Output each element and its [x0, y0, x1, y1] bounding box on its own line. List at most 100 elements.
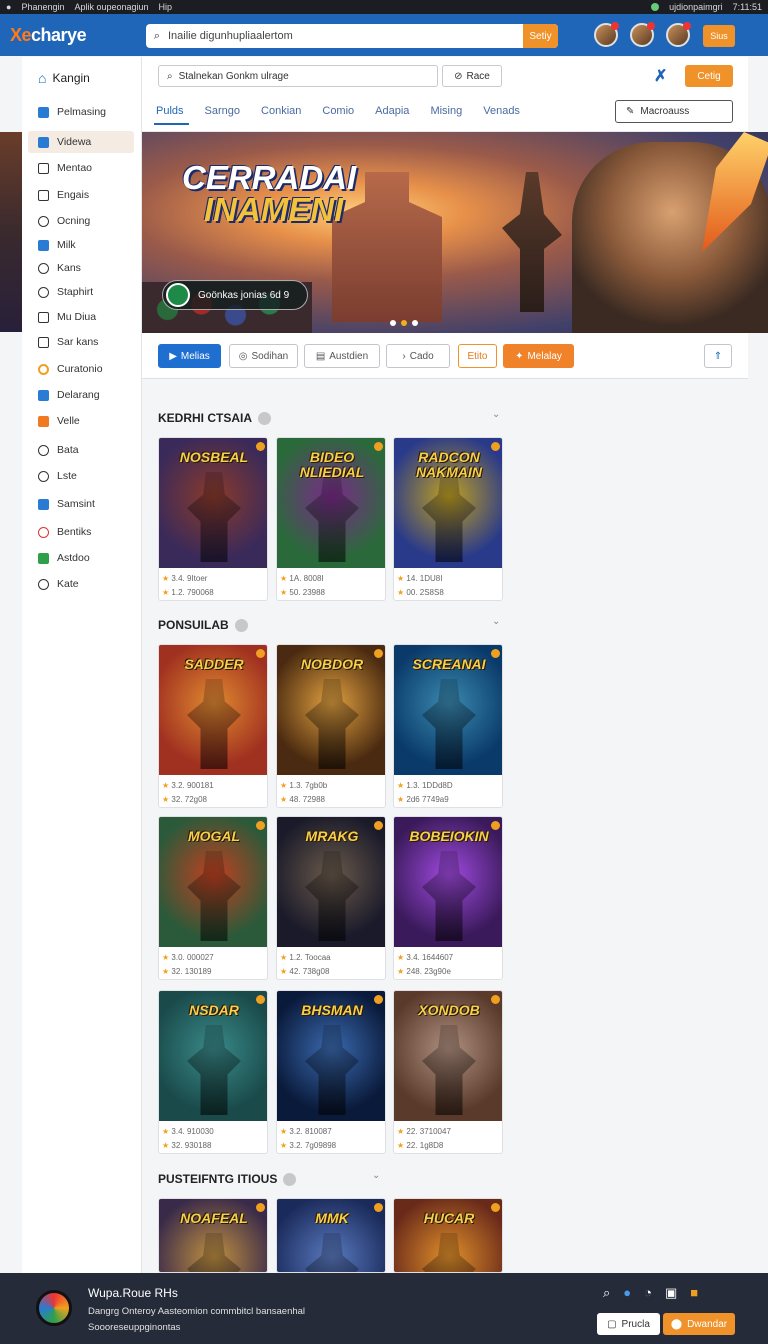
- star-icon: ★: [397, 574, 407, 583]
- tab[interactable]: Mising: [430, 105, 473, 125]
- os-item[interactable]: Aplik oupeonagiun: [74, 2, 148, 12]
- game-meta: ★ 1.3. 7gb0b ★ 48. 72988: [277, 775, 385, 807]
- austdien-button[interactable]: ▤ Austdien: [304, 344, 380, 368]
- race-button[interactable]: ⊘ Race: [442, 65, 502, 87]
- etito-button[interactable]: Etito: [458, 344, 497, 368]
- pin-button[interactable]: ⇑: [704, 344, 732, 368]
- carousel-dot[interactable]: [412, 320, 418, 326]
- game-card[interactable]: HUCAR: [393, 1198, 503, 1273]
- game-card[interactable]: RADCON NAKMAIN ★ 14. 1DU8I ★ 00. 2S8S8: [393, 437, 503, 601]
- game-meta: ★ 22. 3710047 ★ 22. 1g8D8: [394, 1121, 502, 1153]
- badge-icon[interactable]: ■: [690, 1285, 698, 1301]
- sidebar-item[interactable]: Milk: [28, 234, 134, 256]
- game-title: SADDER: [184, 656, 244, 672]
- os-item[interactable]: Phanengin: [21, 2, 64, 12]
- melalay-button[interactable]: ✦ Melalay: [503, 344, 574, 368]
- sidebar-item[interactable]: Staphirt: [28, 281, 134, 303]
- footer-logo[interactable]: [36, 1290, 72, 1326]
- settings-icon[interactable]: ◔: [644, 1285, 652, 1301]
- badge-icon: [491, 649, 500, 658]
- macro-button[interactable]: ✎ Macroauss: [615, 100, 733, 123]
- game-card[interactable]: NSDAR ★ 3.4. 910030 ★ 32. 930188: [158, 990, 268, 1154]
- os-apple-icon[interactable]: ●: [6, 2, 11, 12]
- game-card[interactable]: MRAKG ★ 1.2. Toocaa ★ 42. 738g08: [276, 816, 386, 980]
- badge-icon: [491, 1203, 500, 1212]
- sidebar-item[interactable]: Videwa: [28, 131, 134, 153]
- os-item[interactable]: ujdionpaimgri: [669, 2, 723, 12]
- game-stat: 1.3. 1DDd8D: [406, 781, 453, 790]
- game-card[interactable]: MOGAL ★ 3.0. 000027 ★ 32. 130189: [158, 816, 268, 980]
- global-search[interactable]: ⌕ Inailie digunhupliaalertom Setiy: [146, 24, 558, 48]
- content-search-input[interactable]: ⌕ Stalnekan Gonkm ulrage: [158, 65, 438, 87]
- bell-icon[interactable]: ●: [623, 1285, 631, 1301]
- os-item[interactable]: Hip: [159, 2, 173, 12]
- sidebar-item[interactable]: Samsint: [28, 493, 134, 515]
- melias-button[interactable]: ▶ Melias: [158, 344, 221, 368]
- sidebar-item[interactable]: Lste: [28, 465, 134, 487]
- sidebar-item[interactable]: Velle: [28, 410, 134, 432]
- avatar[interactable]: [666, 22, 691, 47]
- game-card[interactable]: SADDER ★ 3.2. 900181 ★ 32. 72g08: [158, 644, 268, 808]
- search-input[interactable]: Inailie digunhupliaalertom: [168, 30, 523, 42]
- help-icon[interactable]: [258, 411, 272, 425]
- game-card[interactable]: NOSBEAL ★ 3.4. 9Itoer ★ 1.2. 790068: [158, 437, 268, 601]
- game-title: NOAFEAL: [180, 1210, 248, 1226]
- app-logo[interactable]: Xecharye: [10, 25, 140, 46]
- tab[interactable]: Sarngo: [205, 105, 251, 125]
- game-card[interactable]: BOBEIOKIN ★ 3.4. 1644607 ★ 248. 23g90e: [393, 816, 503, 980]
- game-card[interactable]: NOAFEAL: [158, 1198, 268, 1273]
- tab[interactable]: Conkian: [261, 105, 312, 125]
- sidebar-item[interactable]: Curatonio: [28, 358, 134, 380]
- tab[interactable]: Venads: [483, 105, 531, 125]
- cado-button[interactable]: › Cado: [386, 344, 450, 368]
- sidebar-item[interactable]: Bata: [28, 439, 134, 461]
- cetig-button[interactable]: Cetig: [685, 65, 733, 87]
- game-card[interactable]: BIDEO NLIEDIAL ★ 1A. 8008I ★ 50. 23988: [276, 437, 386, 601]
- game-stat: 00. 2S8S8: [406, 588, 444, 597]
- help-icon[interactable]: [283, 1172, 297, 1186]
- avatar[interactable]: [594, 22, 619, 47]
- brand-x-icon[interactable]: ✗: [654, 66, 667, 86]
- tab[interactable]: Adapia: [375, 105, 420, 125]
- sidebar-item[interactable]: Delarang: [28, 384, 134, 406]
- hero-banner[interactable]: CERRADAI INAMENI Goönkas jonias 6d 9: [142, 132, 768, 333]
- image-icon[interactable]: ▣: [665, 1285, 677, 1301]
- tab[interactable]: Pulds: [154, 105, 195, 125]
- sidebar-item-icon: [38, 239, 49, 251]
- game-card[interactable]: SCREANAI ★ 1.3. 1DDd8D ★ 2d6 7749a9: [393, 644, 503, 808]
- search-icon[interactable]: ⌕: [603, 1285, 610, 1301]
- avatar[interactable]: [630, 22, 655, 47]
- sidebar-item[interactable]: Mu Diua: [28, 306, 134, 328]
- carousel-dot[interactable]: [390, 320, 396, 326]
- sidebar-item[interactable]: Kans: [28, 257, 134, 279]
- game-card[interactable]: MMK: [276, 1198, 386, 1273]
- chevron-down-icon[interactable]: ⌄: [492, 409, 500, 420]
- star-icon: ★: [162, 967, 172, 976]
- chevron-down-icon[interactable]: ⌄: [492, 616, 500, 627]
- sidebar-item[interactable]: Ocning: [28, 210, 134, 232]
- sidebar-header[interactable]: ⌂ Kangin: [22, 57, 141, 99]
- footer-icons: ⌕ ● ◔ ▣ ■: [603, 1285, 698, 1301]
- game-card[interactable]: XONDOB ★ 22. 3710047 ★ 22. 1g8D8: [393, 990, 503, 1154]
- hero-chip[interactable]: Goönkas jonias 6d 9: [162, 280, 308, 310]
- search-button[interactable]: Setiy: [523, 24, 558, 48]
- help-icon[interactable]: [234, 618, 248, 632]
- footer-button-dwandar[interactable]: ⬤ Dwandar: [663, 1313, 735, 1335]
- game-card[interactable]: BHSMAN ★ 3.2. 810087 ★ 3.2. 7g09898: [276, 990, 386, 1154]
- sidebar-item[interactable]: Mentao: [28, 157, 134, 179]
- header-action-button[interactable]: Sius: [703, 25, 735, 47]
- footer-button-prucla[interactable]: ▢ Prucla: [597, 1313, 660, 1335]
- sodihan-button[interactable]: ◎ Sodihan: [229, 344, 298, 368]
- game-stat: 3.2. 7g09898: [289, 1141, 337, 1150]
- chevron-down-icon[interactable]: ⌄: [372, 1170, 380, 1181]
- sidebar-item[interactable]: Bentiks: [28, 521, 134, 543]
- sidebar-item[interactable]: Kate: [28, 573, 134, 595]
- sidebar-item[interactable]: Engais: [28, 184, 134, 206]
- game-icon: [166, 283, 190, 307]
- sidebar-item[interactable]: Sar kans: [28, 331, 134, 353]
- tab[interactable]: Comio: [322, 105, 365, 125]
- sidebar-item[interactable]: Astdoo: [28, 547, 134, 569]
- game-card[interactable]: NOBDOR ★ 1.3. 7gb0b ★ 48. 72988: [276, 644, 386, 808]
- carousel-dot[interactable]: [401, 320, 407, 326]
- sidebar-item[interactable]: Pelmasing: [28, 101, 134, 123]
